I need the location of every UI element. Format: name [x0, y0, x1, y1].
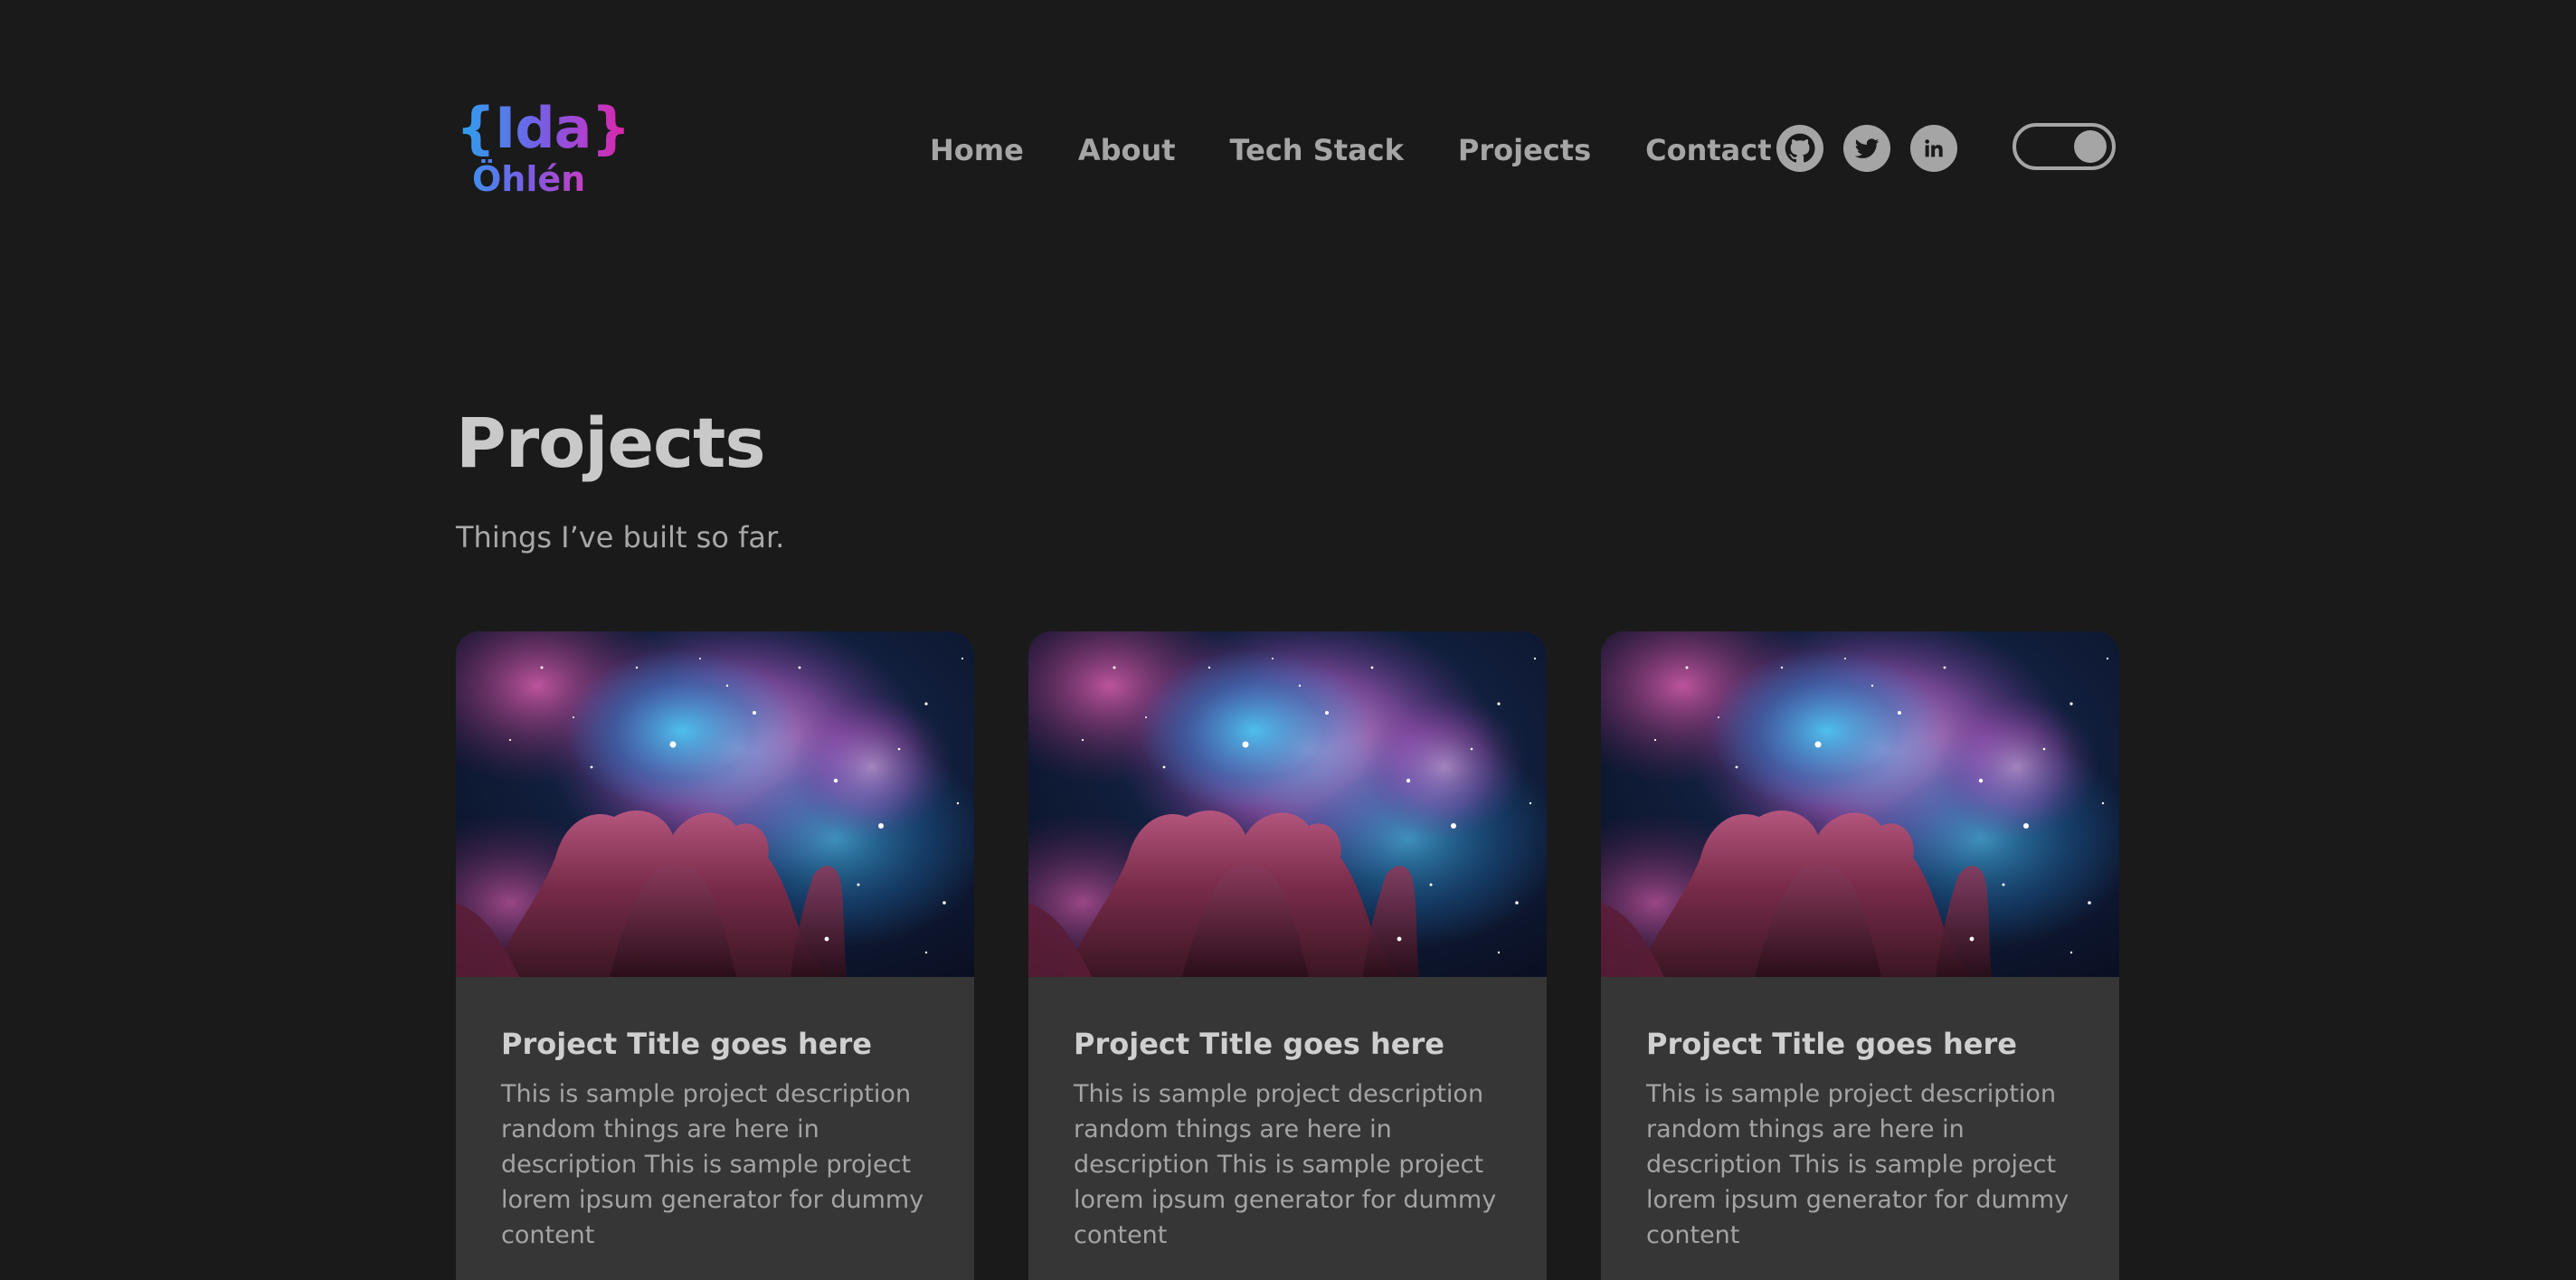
social-links — [1776, 125, 1957, 172]
project-title: Project Title goes here — [501, 1027, 872, 1061]
project-card[interactable]: Project Title goes here This is sample p… — [456, 631, 974, 1280]
project-title: Project Title goes here — [1074, 1027, 1444, 1061]
theme-toggle[interactable] — [2012, 123, 2116, 170]
twitter-icon[interactable] — [1843, 125, 1890, 172]
nav-link-projects[interactable]: Projects — [1458, 127, 1591, 174]
card-body: Project Title goes here This is sample p… — [1601, 977, 2119, 1253]
toggle-knob — [2074, 130, 2107, 163]
project-title: Project Title goes here — [1646, 1027, 2017, 1061]
nebula-image — [456, 631, 974, 977]
logo[interactable]: {Ida} Öhlén — [456, 94, 631, 206]
nav-link-about[interactable]: About — [1078, 127, 1176, 174]
project-description: This is sample project description rando… — [1074, 1080, 1497, 1249]
main-nav: Home About Tech Stack Projects Contact — [930, 127, 1772, 174]
nav-link-contact[interactable]: Contact — [1645, 127, 1771, 174]
site-header: {Ida} Öhlén Home About Tech Stack Projec… — [456, 94, 2120, 206]
logo-last-name: Öhlén — [472, 159, 586, 199]
project-description: This is sample project description rando… — [1646, 1080, 2069, 1249]
github-icon[interactable] — [1776, 125, 1823, 172]
project-card[interactable]: Project Title goes here This is sample p… — [1028, 631, 1547, 1280]
card-body: Project Title goes here This is sample p… — [456, 977, 974, 1253]
card-body: Project Title goes here This is sample p… — [1028, 977, 1547, 1253]
logo-first-name: {Ida} — [456, 95, 631, 161]
project-card[interactable]: Project Title goes here This is sample p… — [1601, 631, 2119, 1280]
nav-link-tech-stack[interactable]: Tech Stack — [1230, 127, 1404, 174]
project-description: This is sample project description rando… — [501, 1080, 924, 1249]
page: {Ida} Öhlén Home About Tech Stack Projec… — [0, 0, 2576, 1280]
project-grid: Project Title goes here This is sample p… — [456, 631, 2119, 1280]
page-subtitle: Things I’ve built so far. — [456, 520, 785, 555]
nav-link-home[interactable]: Home — [930, 127, 1024, 174]
linkedin-icon[interactable] — [1910, 125, 1957, 172]
nebula-image — [1028, 631, 1547, 977]
nebula-image — [1601, 631, 2119, 977]
page-title: Projects — [456, 403, 766, 483]
